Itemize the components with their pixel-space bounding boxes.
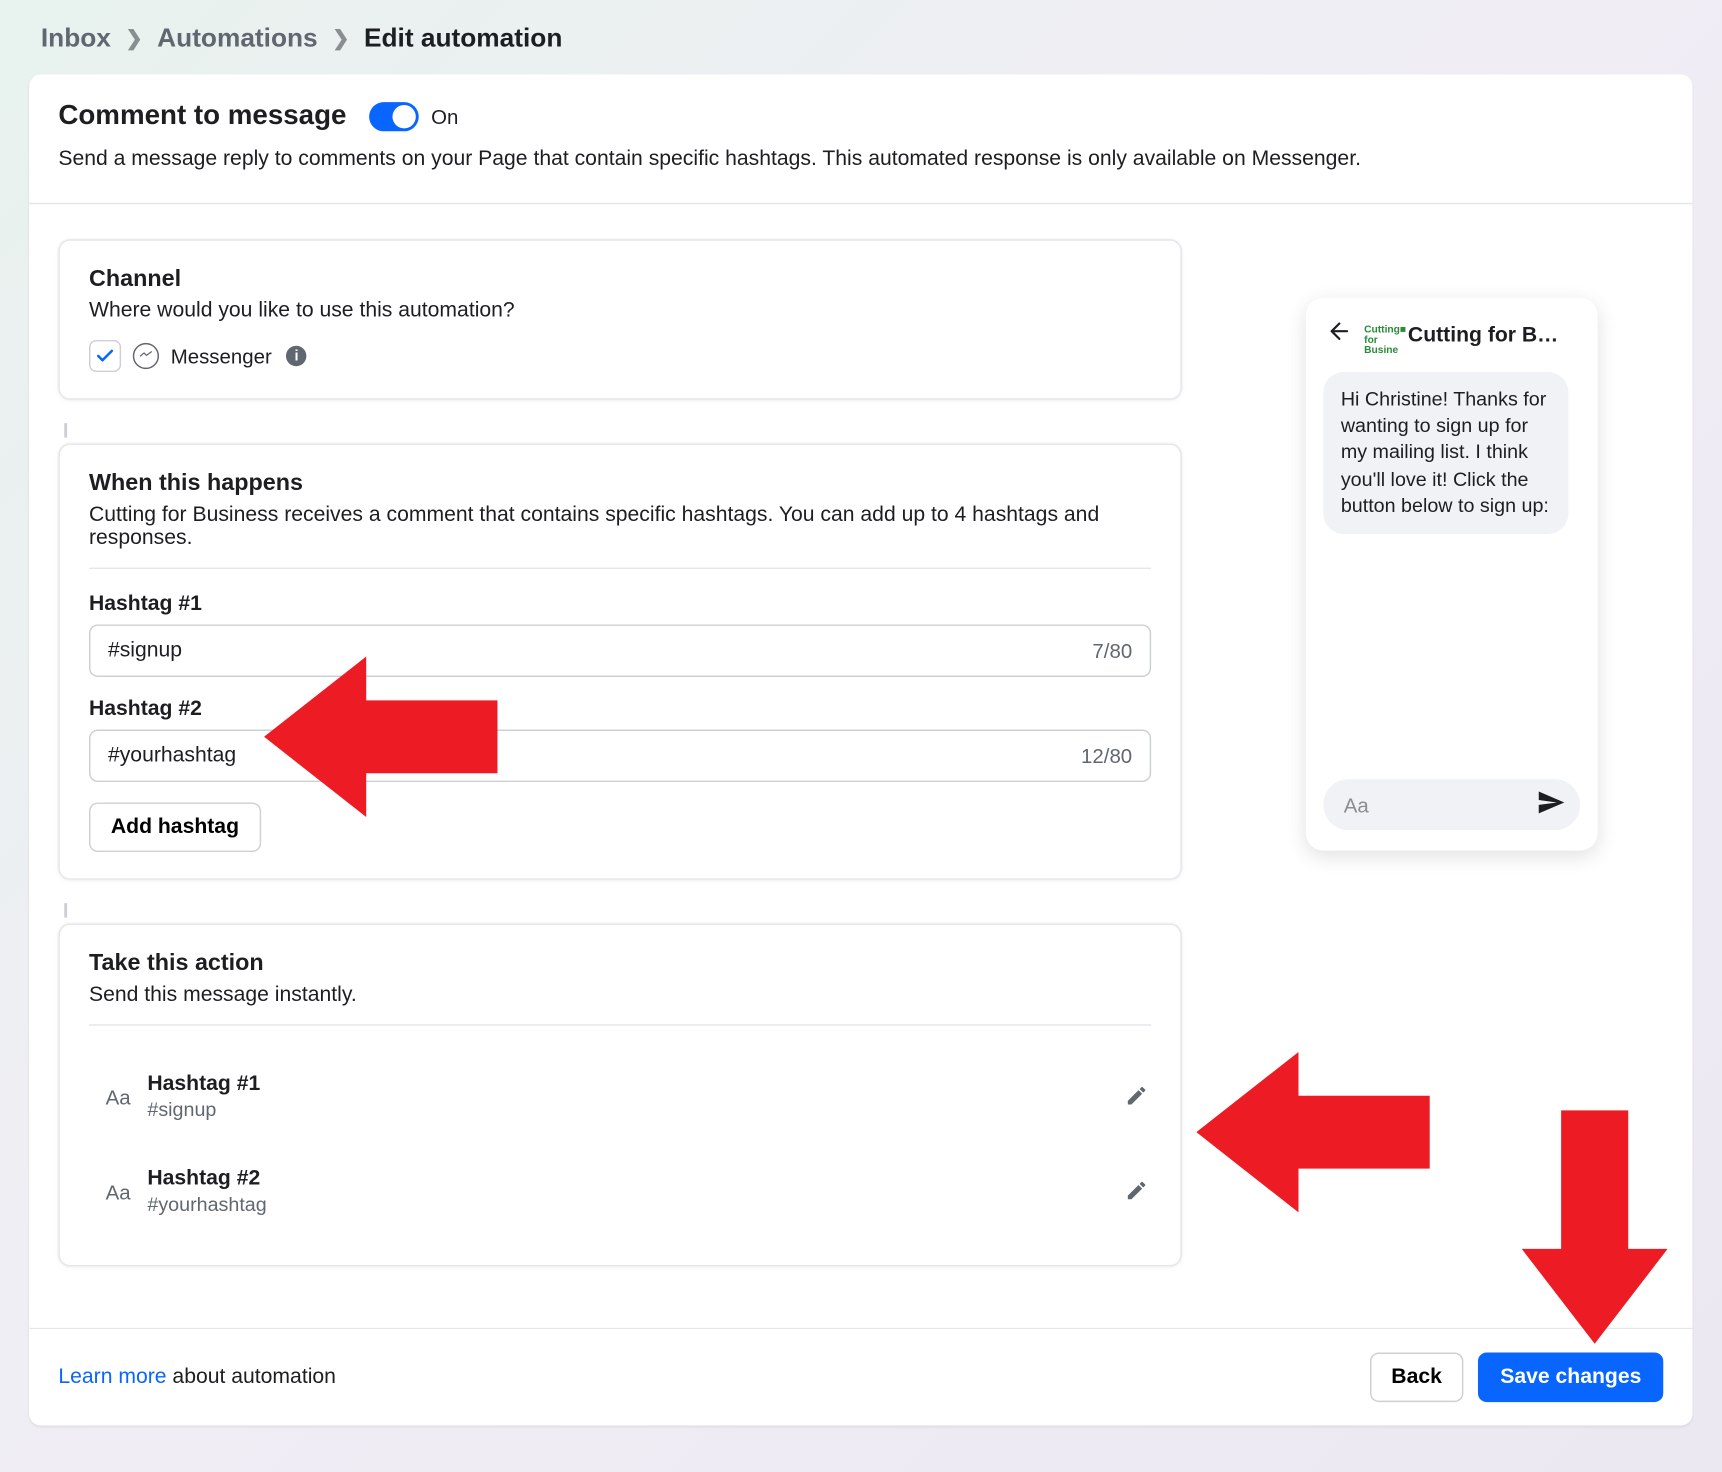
messenger-icon — [133, 343, 159, 369]
channel-title: Channel — [89, 267, 1151, 293]
action-item-2[interactable]: Aa Hashtag #2 #yourhashtag — [89, 1144, 1151, 1239]
add-hashtag-button[interactable]: Add hashtag — [89, 802, 261, 852]
messenger-checkbox[interactable] — [89, 340, 121, 372]
chevron-right-icon: ❯ — [332, 26, 349, 51]
action-panel: Take this action Send this message insta… — [58, 924, 1181, 1267]
text-icon: Aa — [89, 1180, 147, 1203]
info-icon[interactable]: i — [286, 346, 306, 366]
channel-panel: Channel Where would you like to use this… — [58, 239, 1181, 399]
breadcrumb-current: Edit automation — [364, 23, 562, 54]
preview-input[interactable]: Aa — [1323, 779, 1580, 830]
hashtag1-input[interactable] — [108, 639, 1092, 662]
edit-icon[interactable] — [1125, 1083, 1151, 1109]
page-title: Comment to message — [58, 101, 346, 133]
chevron-right-icon: ❯ — [125, 26, 142, 51]
breadcrumb: Inbox ❯ Automations ❯ Edit automation — [29, 0, 1692, 74]
hashtag2-counter: 12/80 — [1081, 744, 1132, 767]
action-title: Take this action — [89, 951, 1151, 977]
action-item-1[interactable]: Aa Hashtag #1 #signup — [89, 1049, 1151, 1144]
learn-more-text: Learn more about automation — [58, 1366, 336, 1389]
when-subtitle: Cutting for Business receives a comment … — [89, 503, 1151, 550]
channel-subtitle: Where would you like to use this automat… — [89, 299, 1151, 322]
hashtag2-input[interactable] — [108, 744, 1081, 767]
action-item-2-label: Hashtag #2 — [147, 1167, 266, 1190]
back-button[interactable]: Back — [1369, 1352, 1463, 1402]
action-subtitle: Send this message instantly. — [89, 983, 1151, 1006]
edit-icon[interactable] — [1125, 1178, 1151, 1204]
breadcrumb-automations[interactable]: Automations — [157, 23, 317, 54]
hashtag1-input-row[interactable]: 7/80 — [89, 624, 1151, 677]
preview-bubble: Hi Christine! Thanks for wanting to sign… — [1323, 372, 1568, 534]
toggle-state-label: On — [431, 105, 458, 128]
save-changes-button[interactable]: Save changes — [1478, 1352, 1663, 1402]
preview-avatar: Cutting■for Busine — [1364, 325, 1396, 345]
header-section: Comment to message On Send a message rep… — [29, 74, 1692, 204]
annotation-arrow-2 — [1196, 1045, 1429, 1220]
when-title: When this happens — [89, 471, 1151, 497]
messenger-label: Messenger — [171, 344, 272, 367]
learn-more-link[interactable]: Learn more — [58, 1366, 166, 1389]
send-icon[interactable] — [1536, 788, 1565, 822]
header-description: Send a message reply to comments on your… — [58, 147, 1663, 170]
preview-placeholder: Aa — [1344, 793, 1525, 816]
back-arrow-icon[interactable] — [1326, 318, 1352, 352]
action-item-1-sub: #signup — [147, 1099, 260, 1121]
page-card: Comment to message On Send a message rep… — [29, 74, 1692, 1425]
action-item-1-label: Hashtag #1 — [147, 1072, 260, 1095]
hashtag2-label: Hashtag #2 — [89, 697, 1151, 720]
text-icon: Aa — [89, 1085, 147, 1108]
hashtag1-counter: 7/80 — [1092, 639, 1132, 662]
preview-title: Cutting for B… — [1408, 323, 1577, 346]
enable-toggle[interactable] — [370, 102, 420, 131]
when-panel: When this happens Cutting for Business r… — [58, 444, 1181, 880]
footer: Learn more about automation Back Save ch… — [29, 1328, 1692, 1426]
hashtag2-input-row[interactable]: 12/80 — [89, 730, 1151, 783]
hashtag1-label: Hashtag #1 — [89, 592, 1151, 615]
breadcrumb-inbox[interactable]: Inbox — [41, 23, 111, 54]
message-preview: Cutting■for Busine Cutting for B… Hi Chr… — [1306, 298, 1598, 851]
action-item-2-sub: #yourhashtag — [147, 1193, 266, 1215]
